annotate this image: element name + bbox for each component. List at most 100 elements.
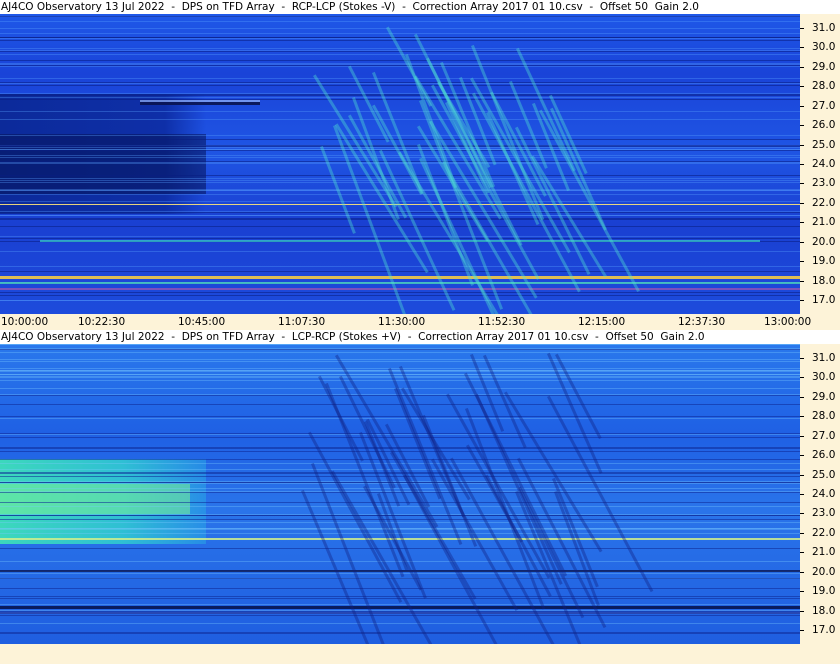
time-tick-label: 12:15:00 — [578, 316, 626, 328]
freq-tick-label: 22.0 — [812, 196, 836, 209]
spectrogram-band — [140, 100, 260, 102]
spectrogram-band — [0, 63, 800, 64]
spectrogram-band — [0, 359, 800, 360]
spectrogram-band — [0, 94, 800, 95]
spectrogram-band — [0, 97, 800, 98]
spectrogram-band — [0, 175, 800, 176]
freq-tick — [800, 532, 804, 534]
spectrogram-band — [0, 33, 800, 34]
freq-tick-label: 17.0 — [812, 624, 836, 637]
freq-tick-label: 17.0 — [812, 294, 836, 307]
time-tick-label: 10:45:00 — [178, 316, 226, 328]
spectrogram-band — [0, 134, 206, 194]
freq-tick-label: 31.0 — [812, 351, 836, 364]
freq-tick-label: 20.0 — [812, 565, 836, 578]
freq-tick-label: 20.0 — [812, 235, 836, 248]
freq-tick — [800, 164, 804, 165]
freq-tick — [800, 474, 804, 476]
spectrogram-band — [0, 28, 800, 29]
spectrogram-band — [0, 434, 800, 435]
freq-tick-label: 29.0 — [812, 60, 836, 73]
spectrogram-band — [0, 215, 800, 216]
spectrogram-band — [0, 212, 800, 213]
freq-tick-label: 23.0 — [812, 177, 836, 190]
freq-tick-label: 29.0 — [812, 390, 836, 403]
freq-tick — [800, 66, 804, 68]
freq-tick — [800, 571, 804, 573]
spectrogram-band — [0, 145, 800, 146]
spectrogram-band — [0, 476, 800, 477]
spectrogram-band — [0, 606, 800, 609]
spectrogram-band — [0, 349, 800, 350]
spectrogram-band — [0, 522, 800, 523]
time-tick-label: 12:37:30 — [678, 316, 726, 328]
panel-2-title: AJ4CO Observatory 13 Jul 2022 - DPS on T… — [0, 330, 840, 344]
freq-tick — [800, 435, 804, 437]
freq-tick-label: 30.0 — [812, 41, 836, 54]
freq-tick — [800, 610, 804, 612]
spectrogram-band — [0, 64, 800, 65]
freq-tick — [800, 222, 804, 224]
freq-tick-label: 26.0 — [812, 449, 836, 462]
freq-tick — [800, 202, 804, 204]
spectrogram-band — [0, 182, 800, 183]
freq-tick-label: 23.0 — [812, 507, 836, 520]
freq-tick — [800, 105, 804, 107]
spectrogram-band — [0, 492, 800, 493]
spectrogram-band — [0, 60, 800, 61]
spectrogram-band — [0, 578, 800, 579]
spectrogram-band — [0, 295, 800, 296]
spectrogram-band — [0, 66, 800, 67]
spectrogram-band — [0, 21, 800, 22]
freq-tick-label: 25.0 — [812, 468, 836, 481]
freq-tick — [800, 300, 804, 302]
freq-tick — [800, 416, 804, 418]
freq-tick-label: 27.0 — [812, 99, 836, 112]
freq-tick — [800, 630, 804, 632]
freq-tick-label: 18.0 — [812, 274, 836, 287]
freq-tick-label: 18.0 — [812, 604, 836, 617]
freq-tick-label: 28.0 — [812, 410, 836, 423]
freq-tick — [800, 86, 804, 88]
spectrogram-band — [0, 377, 800, 378]
spectrogram-band — [0, 236, 800, 237]
spectrogram-band — [0, 147, 800, 148]
spectrogram-band — [0, 119, 800, 120]
spectrogram-band — [0, 111, 800, 112]
freq-tick — [800, 125, 804, 127]
freq-tick — [800, 455, 804, 457]
spectrogram-band — [0, 612, 800, 614]
spectrogram-band — [0, 95, 800, 96]
spectrogram-band — [0, 99, 800, 100]
freq-tick — [800, 396, 804, 398]
time-tick-label: 11:52:30 — [478, 316, 526, 328]
spectrogram-band — [0, 162, 800, 163]
spectrogram-band — [0, 416, 800, 417]
spectrogram-band — [0, 266, 800, 267]
spectrogram-band — [0, 180, 800, 181]
freq-tick-label: 19.0 — [812, 255, 836, 268]
freq-tick — [800, 27, 804, 29]
spectrogram-band — [0, 16, 800, 17]
spectrogram-band — [0, 352, 800, 353]
spectrogram-band — [0, 519, 800, 520]
spectrogram-band — [0, 163, 800, 164]
spectrogram-band — [0, 276, 800, 279]
spectrogram-band — [0, 473, 800, 474]
spectrogram-band — [0, 506, 800, 507]
spectrogram-band — [0, 65, 800, 66]
spectrogram-band — [0, 344, 800, 345]
time-tick-label: 10:00:00 — [1, 316, 49, 328]
freq-tick-label: 24.0 — [812, 488, 836, 500]
spectrogram-lcp-rcp — [0, 344, 800, 644]
freq-tick-label: 30.0 — [812, 371, 836, 384]
spectrogram-band — [0, 418, 800, 419]
freq-tick — [800, 47, 804, 49]
spectrogram-band — [0, 83, 800, 84]
freq-tick-label: 19.0 — [812, 585, 836, 598]
time-tick-label: 11:07:30 — [278, 316, 326, 328]
freq-tick — [800, 183, 804, 185]
spectrogram-band — [0, 251, 800, 252]
freq-tick-label: 25.0 — [812, 138, 836, 151]
spectrogram-band — [0, 615, 800, 616]
